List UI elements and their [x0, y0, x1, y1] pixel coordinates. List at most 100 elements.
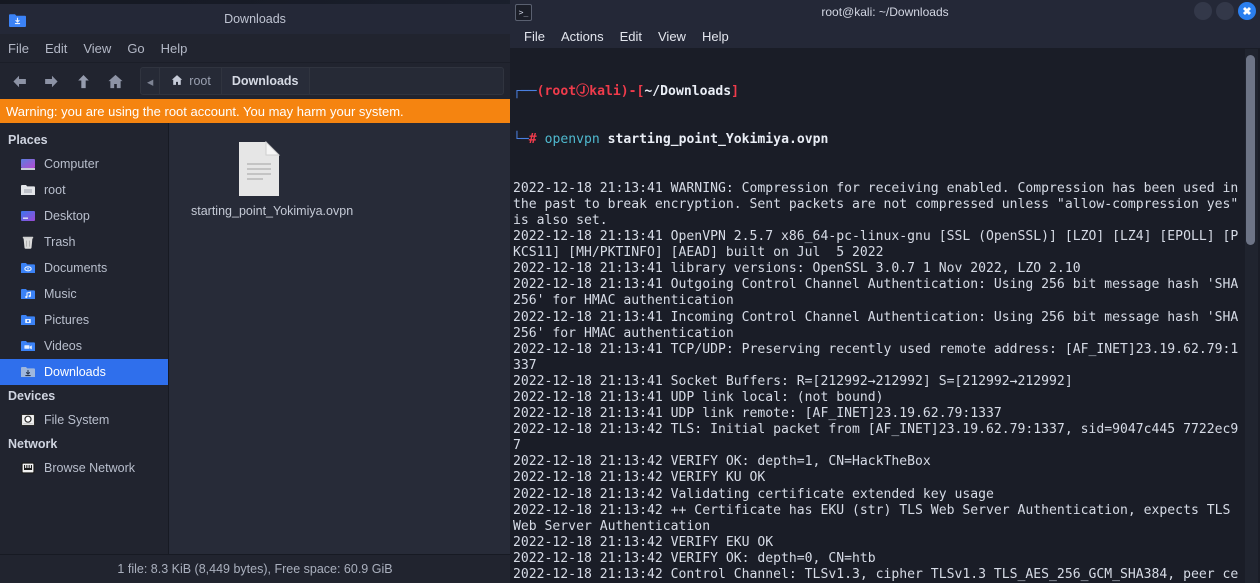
term-menu-file[interactable]: File: [524, 29, 545, 44]
sidebar-item-computer[interactable]: Computer: [0, 151, 168, 177]
term-menu-view[interactable]: View: [658, 29, 686, 44]
harddisk-icon: [20, 412, 36, 428]
prompt-bracket-close: ]: [731, 84, 740, 100]
sidebar-item-videos[interactable]: Videos: [0, 333, 168, 359]
downloads-folder-icon: [9, 12, 26, 27]
terminal-screen[interactable]: ┌──(rootⒿkali)-[~/Downloads] └─# openvpn…: [510, 49, 1260, 583]
documents-folder-icon: [20, 260, 36, 276]
sidebar-item-downloads[interactable]: Downloads: [0, 359, 168, 385]
home-folder-icon: [20, 182, 36, 198]
breadcrumb-scroll-left[interactable]: ◂: [141, 68, 161, 94]
sidebar-item-root[interactable]: root: [0, 177, 168, 203]
sidebar-item-trash[interactable]: Trash: [0, 229, 168, 255]
sidebar-item-label: Music: [44, 287, 77, 301]
prompt-paren-close: ): [620, 84, 629, 100]
terminal-title: root@kali: ~/Downloads: [821, 5, 949, 19]
sidebar-heading-places: Places: [8, 133, 48, 147]
sidebar-item-music[interactable]: Music: [0, 281, 168, 307]
downloads-folder-icon: [20, 364, 36, 380]
arrow-left-icon[interactable]: [6, 68, 32, 94]
minimize-button[interactable]: [1194, 2, 1212, 20]
arrow-up-icon[interactable]: [70, 68, 96, 94]
sidebar-item-label: Downloads: [44, 365, 106, 379]
desktop-icon: [20, 208, 36, 224]
maximize-button[interactable]: [1216, 2, 1234, 20]
terminal-output: ┌──(rootⒿkali)-[~/Downloads] └─# openvpn…: [513, 52, 1242, 583]
root-account-warning: Warning: you are using the root account.…: [0, 99, 510, 123]
terminal-icon: >_: [515, 3, 532, 21]
breadcrumb-label-downloads: Downloads: [231, 74, 299, 88]
terminal-menubar: File Actions Edit View Help: [510, 24, 1260, 49]
home-icon[interactable]: [102, 68, 128, 94]
sidebar-item-label: Trash: [44, 235, 76, 249]
terminal-log: 2022-12-18 21:13:41 WARNING: Compression…: [513, 180, 1239, 582]
command-name: openvpn: [544, 132, 600, 148]
sidebar-item-label: Browse Network: [44, 461, 135, 475]
sidebar-item-label: Videos: [44, 339, 82, 353]
places-sidebar: Places Computer root Desktop Trash Documents M…: [0, 123, 169, 554]
fm-menu-view[interactable]: View: [83, 41, 111, 56]
breadcrumb-item-root[interactable]: root: [160, 68, 222, 94]
sidebar-item-label: Computer: [44, 157, 99, 171]
file-manager-titlebar[interactable]: Downloads: [0, 4, 510, 34]
videos-folder-icon: [20, 338, 36, 354]
file-list-area[interactable]: starting_point_Yokimiya.ovpn: [169, 123, 510, 554]
term-menu-help[interactable]: Help: [702, 29, 729, 44]
sidebar-item-label: File System: [44, 413, 110, 427]
terminal-window: >_ root@kali: ~/Downloads ✖ File Actions E…: [510, 0, 1260, 583]
sidebar-heading-network: Network: [8, 437, 58, 451]
music-folder-icon: [20, 286, 36, 302]
sidebar-item-label: Desktop: [44, 209, 90, 223]
prompt-host: kali: [589, 84, 621, 100]
text-document-icon: [237, 140, 281, 197]
prompt-line-2: └─# openvpn starting_point_Yokimiya.ovpn: [513, 132, 1242, 148]
prompt-user: root: [544, 84, 577, 100]
sidebar-item-desktop[interactable]: Desktop: [0, 203, 168, 229]
breadcrumb-filler: [310, 68, 504, 94]
prompt-corner-bottom: └─: [513, 132, 529, 148]
fm-menu-file[interactable]: File: [8, 41, 29, 56]
arrow-right-icon[interactable]: [38, 68, 64, 94]
terminal-titlebar[interactable]: >_ root@kali: ~/Downloads ✖: [510, 0, 1260, 24]
command-argument: starting_point_Yokimiya.ovpn: [607, 132, 829, 148]
prompt-hash: #: [528, 132, 537, 148]
list-item-label: starting_point_Yokimiya.ovpn: [191, 204, 354, 218]
list-item[interactable]: starting_point_Yokimiya.ovpn: [191, 140, 354, 219]
sidebar-item-label: root: [44, 183, 66, 197]
home-icon: [170, 73, 184, 90]
file-manager-window: Downloads File Edit View Go Help ◂ root Down…: [0, 4, 510, 583]
prompt-paren-open: (: [536, 84, 545, 100]
breadcrumb-item-downloads[interactable]: Downloads: [221, 68, 310, 94]
sidebar-item-label: Documents: [44, 261, 108, 275]
sidebar-item-label: Pictures: [44, 313, 90, 327]
sidebar-item-file-system[interactable]: File System: [0, 407, 168, 433]
window-controls: ✖: [1194, 2, 1256, 20]
file-manager-title: Downloads: [224, 12, 286, 26]
prompt-corner-top: ┌──: [513, 84, 537, 100]
sidebar-heading-devices: Devices: [8, 389, 56, 403]
fm-menu-go[interactable]: Go: [127, 41, 144, 56]
trash-icon: [20, 234, 36, 250]
pictures-folder-icon: [20, 312, 36, 328]
file-manager-statusbar: 1 file: 8.3 KiB (8,449 bytes), Free spac…: [0, 554, 510, 583]
close-button[interactable]: ✖: [1238, 2, 1256, 20]
file-manager-menubar: File Edit View Go Help: [0, 34, 510, 63]
prompt-line-1: ┌──(rootⒿkali)-[~/Downloads]: [513, 84, 1242, 100]
network-icon: [20, 460, 36, 476]
breadcrumb-label-root: root: [189, 74, 211, 88]
fm-menu-help[interactable]: Help: [161, 41, 188, 56]
prompt-dash: -: [628, 84, 637, 100]
term-menu-edit[interactable]: Edit: [620, 29, 642, 44]
sidebar-item-pictures[interactable]: Pictures: [0, 307, 168, 333]
terminal-scrollbar[interactable]: [1245, 49, 1258, 583]
computer-icon: [20, 156, 36, 172]
sidebar-item-documents[interactable]: Documents: [0, 255, 168, 281]
file-manager-toolbar: ◂ root Downloads: [0, 63, 510, 99]
fm-menu-edit[interactable]: Edit: [45, 41, 67, 56]
prompt-path: ~/Downloads: [644, 84, 732, 100]
sidebar-item-browse-network[interactable]: Browse Network: [0, 455, 168, 481]
terminal-scrollbar-thumb[interactable]: [1246, 55, 1255, 245]
breadcrumb: ◂ root Downloads: [140, 67, 504, 95]
term-menu-actions[interactable]: Actions: [561, 29, 604, 44]
file-manager-body: Places Computer root Desktop Trash Documents M…: [0, 123, 510, 554]
